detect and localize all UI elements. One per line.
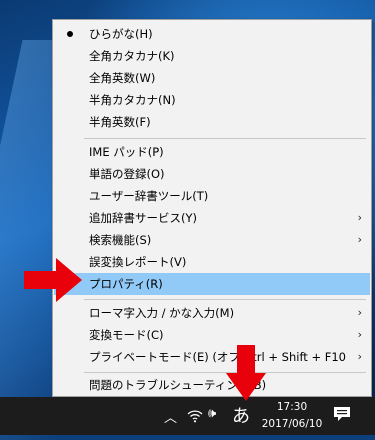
action-center-icon[interactable] (333, 406, 351, 422)
menu-item-label: IME パッド(P) (89, 145, 164, 159)
menu-item-label: 検索機能(S) (89, 233, 152, 247)
volume-icon[interactable]: 🕪 (208, 406, 216, 421)
submenu-arrow-icon: › (357, 328, 362, 341)
menu-item-label: 単語の登録(O) (89, 167, 165, 181)
annotation-arrow-down-icon (226, 345, 266, 401)
checked-bullet-icon (67, 31, 73, 37)
annotation-arrow-right-icon (24, 258, 82, 302)
submenu-arrow-icon: › (357, 350, 362, 363)
menu-item-additional-dictionary-service[interactable]: 追加辞書サービス(Y) › (54, 207, 370, 229)
ime-context-menu: ひらがな(H) 全角カタカナ(K) 全角英数(W) 半角カタカナ(N) 半角英数… (52, 19, 372, 397)
clock-date[interactable]: 2017/06/10 (256, 418, 328, 430)
clock-time[interactable]: 17:30 (272, 401, 312, 413)
menu-item-label: 全角カタカナ(K) (89, 49, 175, 63)
menu-item-label: 追加辞書サービス(Y) (89, 211, 197, 225)
menu-item-hiragana[interactable]: ひらがな(H) (54, 23, 370, 45)
menu-item-fullwidth-katakana[interactable]: 全角カタカナ(K) (54, 45, 370, 67)
menu-item-label: 半角英数(F) (89, 115, 151, 129)
menu-item-label: プロパティ(R) (89, 277, 163, 291)
taskbar: ︿ 🕪 あ 17:30 2017/06/10 (0, 397, 375, 435)
menu-separator (84, 299, 366, 300)
menu-item-label: ユーザー辞書ツール(T) (89, 189, 209, 203)
submenu-arrow-icon: › (357, 233, 362, 246)
menu-separator (84, 138, 366, 139)
menu-item-label: 変換モード(C) (89, 328, 164, 342)
menu-item-troubleshooting[interactable]: 問題のトラブルシューティング(B) (54, 374, 370, 396)
menu-item-conversion-mode[interactable]: 変換モード(C) › (54, 324, 370, 346)
menu-item-user-dictionary-tool[interactable]: ユーザー辞書ツール(T) (54, 185, 370, 207)
menu-item-romaji-kana-input[interactable]: ローマ字入力 / かな入力(M) › (54, 302, 370, 324)
menu-item-halfwidth-alphanumeric[interactable]: 半角英数(F) (54, 111, 370, 133)
menu-item-halfwidth-katakana[interactable]: 半角カタカナ(N) (54, 89, 370, 111)
menu-item-search-function[interactable]: 検索機能(S) › (54, 229, 370, 251)
menu-item-register-word[interactable]: 単語の登録(O) (54, 163, 370, 185)
menu-item-label: 半角カタカナ(N) (89, 93, 176, 107)
menu-separator (84, 372, 366, 373)
menu-item-private-mode[interactable]: プライベートモード(E) (オフ) Ctrl + Shift + F10 › (54, 346, 370, 368)
menu-item-misconversion-report[interactable]: 誤変換レポート(V) (54, 251, 370, 273)
menu-item-label: ひらがな(H) (89, 27, 153, 41)
submenu-arrow-icon: › (357, 306, 362, 319)
menu-item-label: プライベートモード(E) (オフ) (89, 350, 245, 364)
menu-item-label: ローマ字入力 / かな入力(M) (89, 306, 235, 320)
menu-item-ime-pad[interactable]: IME パッド(P) (54, 141, 370, 163)
menu-item-properties[interactable]: プロパティ(R) (54, 273, 370, 295)
menu-item-fullwidth-alphanumeric[interactable]: 全角英数(W) (54, 67, 370, 89)
show-hidden-icons-chevron-icon[interactable]: ︿ (164, 407, 177, 426)
submenu-arrow-icon: › (357, 211, 362, 224)
menu-item-label: 全角英数(W) (89, 71, 156, 85)
ime-mode-indicator[interactable]: あ (232, 402, 250, 428)
menu-item-label: 誤変換レポート(V) (89, 255, 187, 269)
wifi-icon[interactable] (187, 408, 203, 423)
